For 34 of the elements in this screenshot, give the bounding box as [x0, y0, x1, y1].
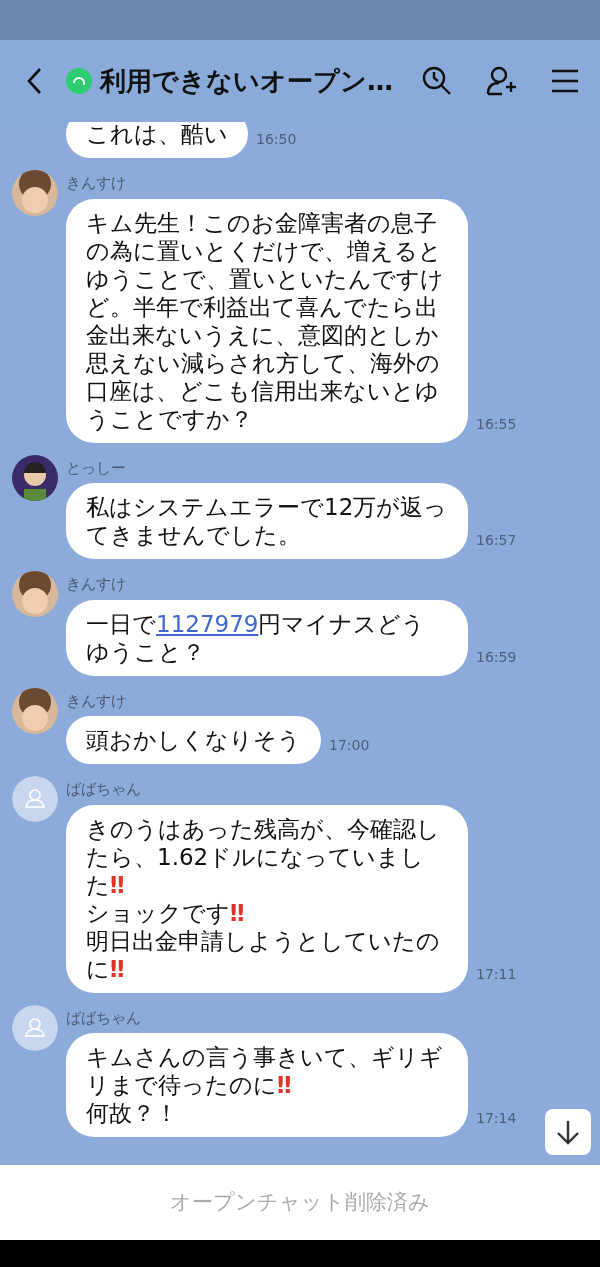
sender-name: きんすけ [66, 574, 127, 595]
back-icon[interactable] [26, 67, 42, 95]
message-time: 16:57 [475, 531, 517, 550]
avatar[interactable] [12, 571, 58, 617]
avatar[interactable] [12, 454, 58, 501]
message-bubble: これは、酷い [66, 122, 248, 158]
sender-name: きんすけ [66, 690, 127, 712]
message-bubble: キム先生！このお金障害者の息子の為に置いとくだけで、増えるとゆうことで、置いといたんですけど。半年で利益出て喜んでたら出金出来ないうえに、意図的としか思えない減らされ方して、海外の口座は、どこも信用出来ないとゆうことですか？ [66, 198, 468, 443]
message-bubble: 一日で1127979円マイナスどうゆうこと？ [66, 599, 468, 676]
message-bubble: きのうはあった残高が、今確認したら、1.62ドルになっていました‼ ショックです‼ 明日出金申請しようとしていたのに‼ [66, 804, 468, 993]
message-time: 17:00 [328, 736, 370, 755]
avatar[interactable] [12, 170, 58, 216]
message-time: 16:59 [475, 647, 517, 667]
avatar[interactable] [12, 687, 58, 734]
sender-name: きんすけ [66, 173, 127, 194]
menu-icon[interactable] [552, 69, 578, 93]
scroll-down-button[interactable] [545, 1109, 591, 1155]
message-bubble: 頭おかしくなりそう [66, 716, 321, 764]
search-icon[interactable] [422, 66, 452, 96]
message-bubble: 私はシステムエラーで12万が返ってきませんでした。 [66, 483, 468, 559]
chat-badge-icon [66, 68, 92, 94]
sender-name: とっしー [66, 457, 127, 479]
message-time: 17:14 [475, 1109, 517, 1128]
add-friend-icon[interactable] [486, 66, 518, 96]
chat-deleted-notice: オープンチャット削除済み [170, 1188, 430, 1216]
sender-name: ばばちゃん [66, 779, 142, 800]
arrow-down-icon [556, 1119, 580, 1145]
message-bubble: キムさんの言う事きいて、ギリギリまで待ったのに‼ 何故？！ [66, 1033, 468, 1137]
phone-number-link[interactable]: 1127979 [156, 610, 259, 637]
sender-name: ばばちゃん [66, 1007, 142, 1029]
message-time: 17:11 [475, 964, 517, 984]
chat-title: 利用できないオープン… [100, 64, 393, 98]
message-time: 16:55 [475, 414, 517, 434]
message-time: 16:50 [255, 130, 297, 149]
